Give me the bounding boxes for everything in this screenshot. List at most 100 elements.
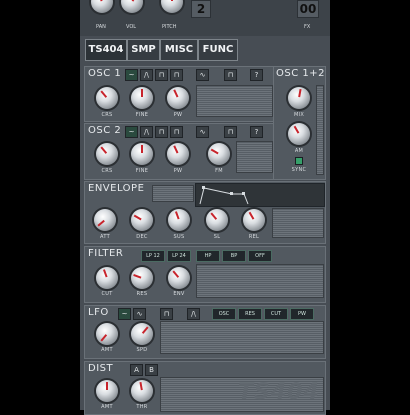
filter-hp-button[interactable]: HP: [196, 250, 220, 262]
filter-filler: [196, 264, 324, 298]
filter-cut-label: CUT: [101, 291, 113, 297]
lfo-wave-noise-button[interactable]: ~: [118, 308, 131, 320]
osc1-wave-square-button[interactable]: ⊓: [155, 69, 168, 81]
tab-func[interactable]: FUNC: [198, 39, 238, 61]
osc12-title: OSC 1+2: [276, 68, 325, 79]
env-dec-knob[interactable]: [131, 209, 153, 231]
tab-bar-filler: [240, 40, 324, 60]
envelope-curve: [199, 186, 249, 205]
dist-thr-label: THR: [136, 404, 148, 410]
osc12-mix-label: MIX: [293, 112, 305, 118]
env-att-label: ATT: [100, 234, 110, 240]
env-sus-knob[interactable]: [168, 209, 190, 231]
osc2-title: OSC 2: [88, 125, 122, 136]
dist-amt-knob[interactable]: [96, 380, 118, 402]
filter-lp12-button[interactable]: LP 12: [141, 250, 165, 262]
osc1-wave-random-button[interactable]: ?: [250, 69, 263, 81]
lfo-amt-knob[interactable]: [96, 323, 118, 345]
dist-mode-b-button[interactable]: B: [145, 364, 158, 376]
lfo-target-pw-button[interactable]: PW: [290, 308, 314, 320]
filter-bp-button[interactable]: BP: [222, 250, 246, 262]
osc2-wave-sine-button[interactable]: ∿: [196, 126, 209, 138]
osc1-wave-noise-button[interactable]: ~: [125, 69, 138, 81]
lfo-target-cut-button[interactable]: CUT: [264, 308, 288, 320]
osc2-wave-square-button[interactable]: ⊓: [155, 126, 168, 138]
dist-mode-a-button[interactable]: A: [130, 364, 143, 376]
osc2-wave-saw-button[interactable]: /\: [140, 126, 153, 138]
osc1-fine-knob[interactable]: [131, 87, 153, 109]
tab-smp[interactable]: SMP: [127, 39, 160, 61]
lfo-spd-label: SPD: [136, 347, 148, 353]
lfo-target-res-button[interactable]: RES: [238, 308, 262, 320]
filter-title: FILTER: [88, 248, 124, 259]
env-sl-knob[interactable]: [206, 209, 228, 231]
env-rel-label: REL: [248, 234, 260, 240]
lfo-wave-square-button[interactable]: ⊓: [160, 308, 173, 320]
osc1-crs-knob[interactable]: [96, 87, 118, 109]
osc1-wave-sine-button[interactable]: ∿: [196, 69, 209, 81]
osc2-wave-pulse-button[interactable]: ⊓: [170, 126, 183, 138]
lfo-wave-saw-button[interactable]: /\: [187, 308, 200, 320]
osc1-fine-label: FINE: [135, 112, 149, 118]
envelope-header-filler: [152, 185, 194, 202]
lfo-filler: [160, 321, 324, 354]
osc1-wave-pulse2-button[interactable]: ⊓: [224, 69, 237, 81]
osc12-side-filler: [316, 85, 324, 175]
pan-label: PAN: [96, 24, 106, 30]
osc2-filler: [236, 141, 273, 173]
osc1-filler: [196, 85, 273, 117]
env-dec-label: DEC: [136, 234, 148, 240]
fx-display: 00: [297, 0, 319, 18]
envelope-title: ENVELOPE: [88, 183, 145, 194]
lfo-amt-label: AMT: [101, 347, 113, 353]
osc2-wave-random-button[interactable]: ?: [250, 126, 263, 138]
envelope-filler: [272, 208, 324, 238]
osc2-pw-label: PW: [173, 168, 183, 174]
osc2-wave-noise-button[interactable]: ~: [125, 126, 138, 138]
osc2-fm-knob[interactable]: [208, 143, 230, 165]
dist-title: DIST: [88, 363, 114, 374]
env-att-knob[interactable]: [94, 209, 116, 231]
lfo-title: LFO: [88, 307, 109, 318]
lfo-wave-sine-button[interactable]: ∿: [133, 308, 146, 320]
env-sus-label: SUS: [173, 234, 185, 240]
osc2-fine-label: FINE: [135, 168, 149, 174]
pitch-display: 2: [191, 0, 211, 18]
osc1-title: OSC 1: [88, 68, 122, 79]
pitch-label: PITCH: [162, 24, 177, 30]
dist-amt-label: AMT: [101, 404, 113, 410]
osc2-wave-pulse2-button[interactable]: ⊓: [224, 126, 237, 138]
env-rel-knob[interactable]: [243, 209, 265, 231]
filter-cut-knob[interactable]: [96, 267, 118, 289]
filter-lp24-button[interactable]: LP 24: [167, 250, 191, 262]
filter-off-button[interactable]: OFF: [248, 250, 272, 262]
dist-thr-knob[interactable]: [131, 380, 153, 402]
tab-ts404[interactable]: TS404: [85, 39, 127, 61]
osc1-wave-pulse-button[interactable]: ⊓: [170, 69, 183, 81]
fx-label: FX: [304, 24, 311, 30]
ts404-watermark: TS404: [238, 380, 320, 405]
osc12-sync-label: SYNC: [291, 167, 307, 173]
osc2-crs-label: CRS: [101, 168, 113, 174]
osc12-mix-knob[interactable]: [288, 87, 310, 109]
osc2-fm-label: FM: [215, 168, 223, 174]
osc12-am-knob[interactable]: [288, 123, 310, 145]
osc1-pw-knob[interactable]: [167, 87, 189, 109]
filter-res-knob[interactable]: [131, 267, 153, 289]
osc1-wave-saw-button[interactable]: /\: [140, 69, 153, 81]
osc2-fine-knob[interactable]: [131, 143, 153, 165]
filter-env-label: ENV: [173, 291, 185, 297]
env-sl-label: SL: [213, 234, 221, 240]
vol-label: VOL: [126, 24, 137, 30]
osc2-crs-knob[interactable]: [96, 143, 118, 165]
filter-res-label: RES: [136, 291, 148, 297]
lfo-spd-knob[interactable]: [131, 323, 153, 345]
osc1-crs-label: CRS: [101, 112, 113, 118]
envelope-display: [195, 183, 325, 207]
osc12-sync-led[interactable]: [295, 157, 303, 165]
filter-env-knob[interactable]: [168, 267, 190, 289]
tab-misc[interactable]: MISC: [160, 39, 198, 61]
osc2-pw-knob[interactable]: [167, 143, 189, 165]
lfo-target-osc-button[interactable]: OSC: [212, 308, 236, 320]
osc12-am-label: AM: [294, 148, 304, 154]
